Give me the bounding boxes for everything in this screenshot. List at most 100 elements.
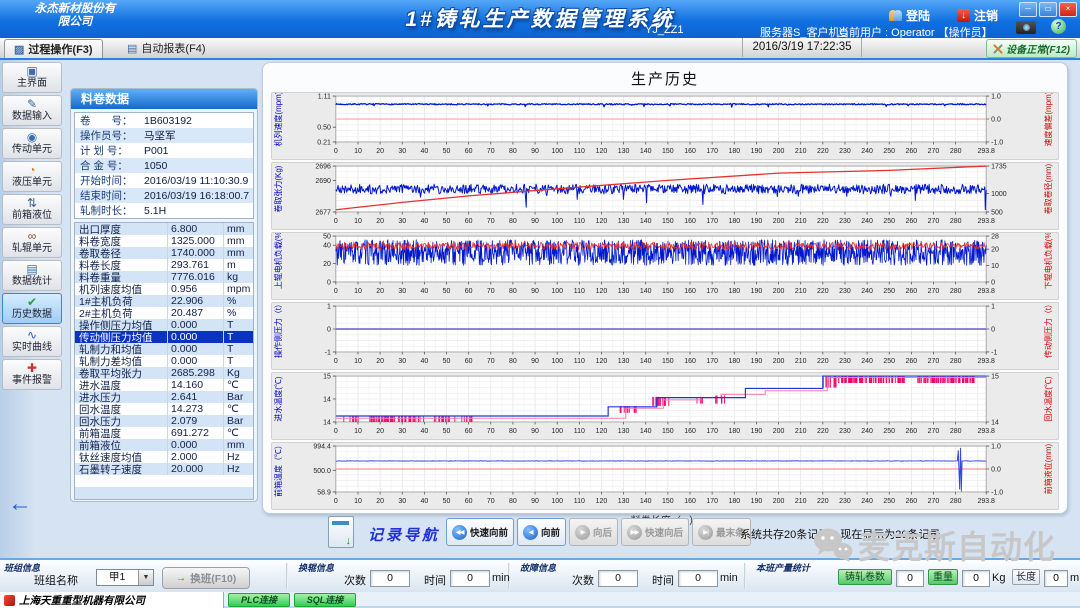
table-row[interactable]: 回水温度14.273℃: [75, 403, 253, 415]
sidebar-item-history-data[interactable]: ✔历史数据: [2, 293, 62, 324]
device-status-button[interactable]: 设备正常(F12): [986, 39, 1077, 58]
table-row[interactable]: 进水压力2.641Bar: [75, 391, 253, 403]
table-row[interactable]: 机列速度均值0.956mpm: [75, 283, 253, 295]
sidebar-item-event-alarm[interactable]: ✚事件报警: [2, 359, 62, 390]
table-row[interactable]: 石墨转子速度20.000Hz: [75, 463, 253, 475]
table-row[interactable]: 钛丝速度均值2.000Hz: [75, 451, 253, 463]
row-value: 1325.000: [167, 235, 223, 247]
footer: 上海天重重型机器有限公司 PLC连接 SQL连接: [0, 592, 1080, 608]
svg-text:250: 250: [883, 218, 895, 225]
plc-connection-button[interactable]: PLC连接: [228, 593, 290, 607]
svg-text:100: 100: [551, 148, 563, 155]
svg-text:60: 60: [465, 428, 473, 435]
coil-count-field[interactable]: 0: [896, 570, 924, 587]
back-arrow-icon[interactable]: ←: [8, 492, 32, 516]
table-row[interactable]: 进水温度14.160℃: [75, 379, 253, 391]
table-row[interactable]: 前箱温度691.272℃: [75, 427, 253, 439]
fault-time-field[interactable]: 0: [678, 570, 718, 587]
roll-count-field[interactable]: 0: [370, 570, 410, 587]
table-row[interactable]: 前箱液位0.000mm: [75, 439, 253, 451]
svg-text:70: 70: [487, 428, 495, 435]
tab-process-operation[interactable]: ▨ 过程操作(F3): [4, 39, 103, 58]
row-value: 691.272: [167, 427, 223, 439]
table-row[interactable]: 料卷长度293.761m: [75, 259, 253, 271]
sidebar-item-drive-unit[interactable]: ◉传动单元: [2, 128, 62, 159]
production-section-label: 本班产量统计: [756, 561, 810, 574]
logout-button[interactable]: ↓ 注销: [957, 7, 998, 24]
divider: [744, 563, 746, 589]
sidebar-item-main[interactable]: ▣主界面: [2, 62, 62, 93]
sidebar-item-data-input[interactable]: ✎数据输入: [2, 95, 62, 126]
svg-text:卷取卷径(mm): 卷取卷径(mm): [1043, 163, 1053, 214]
sidebar-item-hydraulic-unit[interactable]: ◔液压单元: [2, 161, 62, 192]
table-row[interactable]: 卷取卷径1740.000mm: [75, 247, 253, 259]
svg-text:20: 20: [376, 358, 384, 365]
svg-text:2677: 2677: [315, 209, 331, 216]
tab-bar: ▨ 过程操作(F3) ▤ 自动报表(F4) 2016/3/19 17:22:35…: [0, 38, 1080, 60]
minimize-button[interactable]: ─: [1019, 2, 1037, 17]
tab-auto-report[interactable]: ▤ 自动报表(F4): [118, 39, 215, 57]
sidebar-item-statistics[interactable]: ▤数据统计: [2, 260, 62, 291]
table-row[interactable]: [75, 475, 253, 487]
restore-button[interactable]: ▭: [1039, 2, 1057, 17]
export-record-icon[interactable]: ↓: [328, 516, 354, 548]
coil-count-button[interactable]: 铸轧卷数: [838, 569, 892, 585]
row-unit: mpm: [223, 283, 253, 295]
svg-text:180: 180: [728, 358, 740, 365]
weight-button[interactable]: 重量: [928, 569, 958, 585]
chevron-down-icon[interactable]: ▼: [138, 570, 153, 585]
table-row[interactable]: 卷取平均张力2685.298Kg: [75, 367, 253, 379]
page-title: 生产历史: [263, 68, 1067, 89]
nav-button-prev[interactable]: ◀向前: [517, 518, 566, 546]
svg-text:20: 20: [991, 247, 999, 254]
nav-button-fast-next: ▶▶快速向后: [621, 518, 689, 546]
svg-text:0.0: 0.0: [991, 467, 1001, 474]
sidebar-item-realtime-curve[interactable]: ∿实时曲线: [2, 326, 62, 357]
table-row[interactable]: 回水压力2.079Bar: [75, 415, 253, 427]
camera-icon[interactable]: [1016, 21, 1036, 34]
table-row[interactable]: 料卷重量7776.016kg: [75, 271, 253, 283]
svg-text:0.50: 0.50: [317, 125, 331, 132]
table-row[interactable]: [75, 487, 253, 499]
help-icon[interactable]: ?: [1051, 19, 1066, 34]
shift-select[interactable]: 甲1 ▼: [96, 569, 154, 586]
svg-text:160: 160: [684, 428, 696, 435]
close-button[interactable]: ×: [1059, 2, 1077, 17]
row-value: 2.641: [167, 391, 223, 403]
chart-machine-speed: 0102030405060708090100110120130140150160…: [271, 92, 1059, 160]
nav-button-label: 向前: [541, 525, 560, 539]
length-field[interactable]: 0: [1044, 570, 1068, 587]
svg-text:240: 240: [861, 218, 873, 225]
svg-text:卷取张力(Kg): 卷取张力(Kg): [273, 165, 283, 212]
sql-connection-button[interactable]: SQL连接: [294, 593, 356, 607]
sidebar-item-roll-unit[interactable]: ∞轧辊单元: [2, 227, 62, 258]
table-row[interactable]: 轧制力差均值0.000T: [75, 355, 253, 367]
table-row[interactable]: 2#主机负荷20.487%: [75, 307, 253, 319]
chart-svg-machine-speed: 0102030405060708090100110120130140150160…: [272, 93, 1058, 159]
record-navigation: ↓ 记录导航 ◀◀快速向前◀向前▶向后▶▶快速向后▶|最末条 系统共存20条记录…: [262, 514, 1068, 556]
rolls-icon: ∞: [3, 230, 61, 243]
row-value: 0.000: [167, 355, 223, 367]
table-row[interactable]: 料卷宽度1325.000mm: [75, 235, 253, 247]
coil-info: 卷 号：1B603192操作员号：马坚军计 划 号：P001合 金 号：1050…: [74, 112, 254, 219]
table-row[interactable]: 1#主机负荷22.906%: [75, 295, 253, 307]
nav-button-fast-prev[interactable]: ◀◀快速向前: [446, 518, 514, 546]
svg-text:0: 0: [334, 498, 338, 505]
login-button[interactable]: 登陆: [889, 7, 930, 24]
roll-time-field[interactable]: 0: [450, 570, 490, 587]
drive-icon: ◉: [3, 131, 61, 144]
svg-text:90: 90: [531, 358, 539, 365]
fault-count-field[interactable]: 0: [598, 570, 638, 587]
change-shift-button[interactable]: → 换班(F10): [162, 567, 250, 589]
length-button[interactable]: 长度: [1012, 569, 1040, 585]
table-row[interactable]: 操作侧压力均值0.000T: [75, 319, 253, 331]
coil-info-row: 计 划 号：P001: [75, 143, 253, 158]
svg-text:-1: -1: [991, 349, 997, 356]
table-row[interactable]: 出口厚度6.800mm: [75, 223, 253, 235]
weight-field[interactable]: 0: [962, 570, 990, 587]
svg-text:500.0: 500.0: [313, 468, 331, 475]
sidebar-item-headbox-level[interactable]: ⇅前箱液位: [2, 194, 62, 225]
table-row[interactable]: 传动侧压力均值0.000T: [75, 331, 253, 343]
row-label: 钛丝速度均值: [75, 451, 167, 463]
table-row[interactable]: 轧制力和均值0.000T: [75, 343, 253, 355]
